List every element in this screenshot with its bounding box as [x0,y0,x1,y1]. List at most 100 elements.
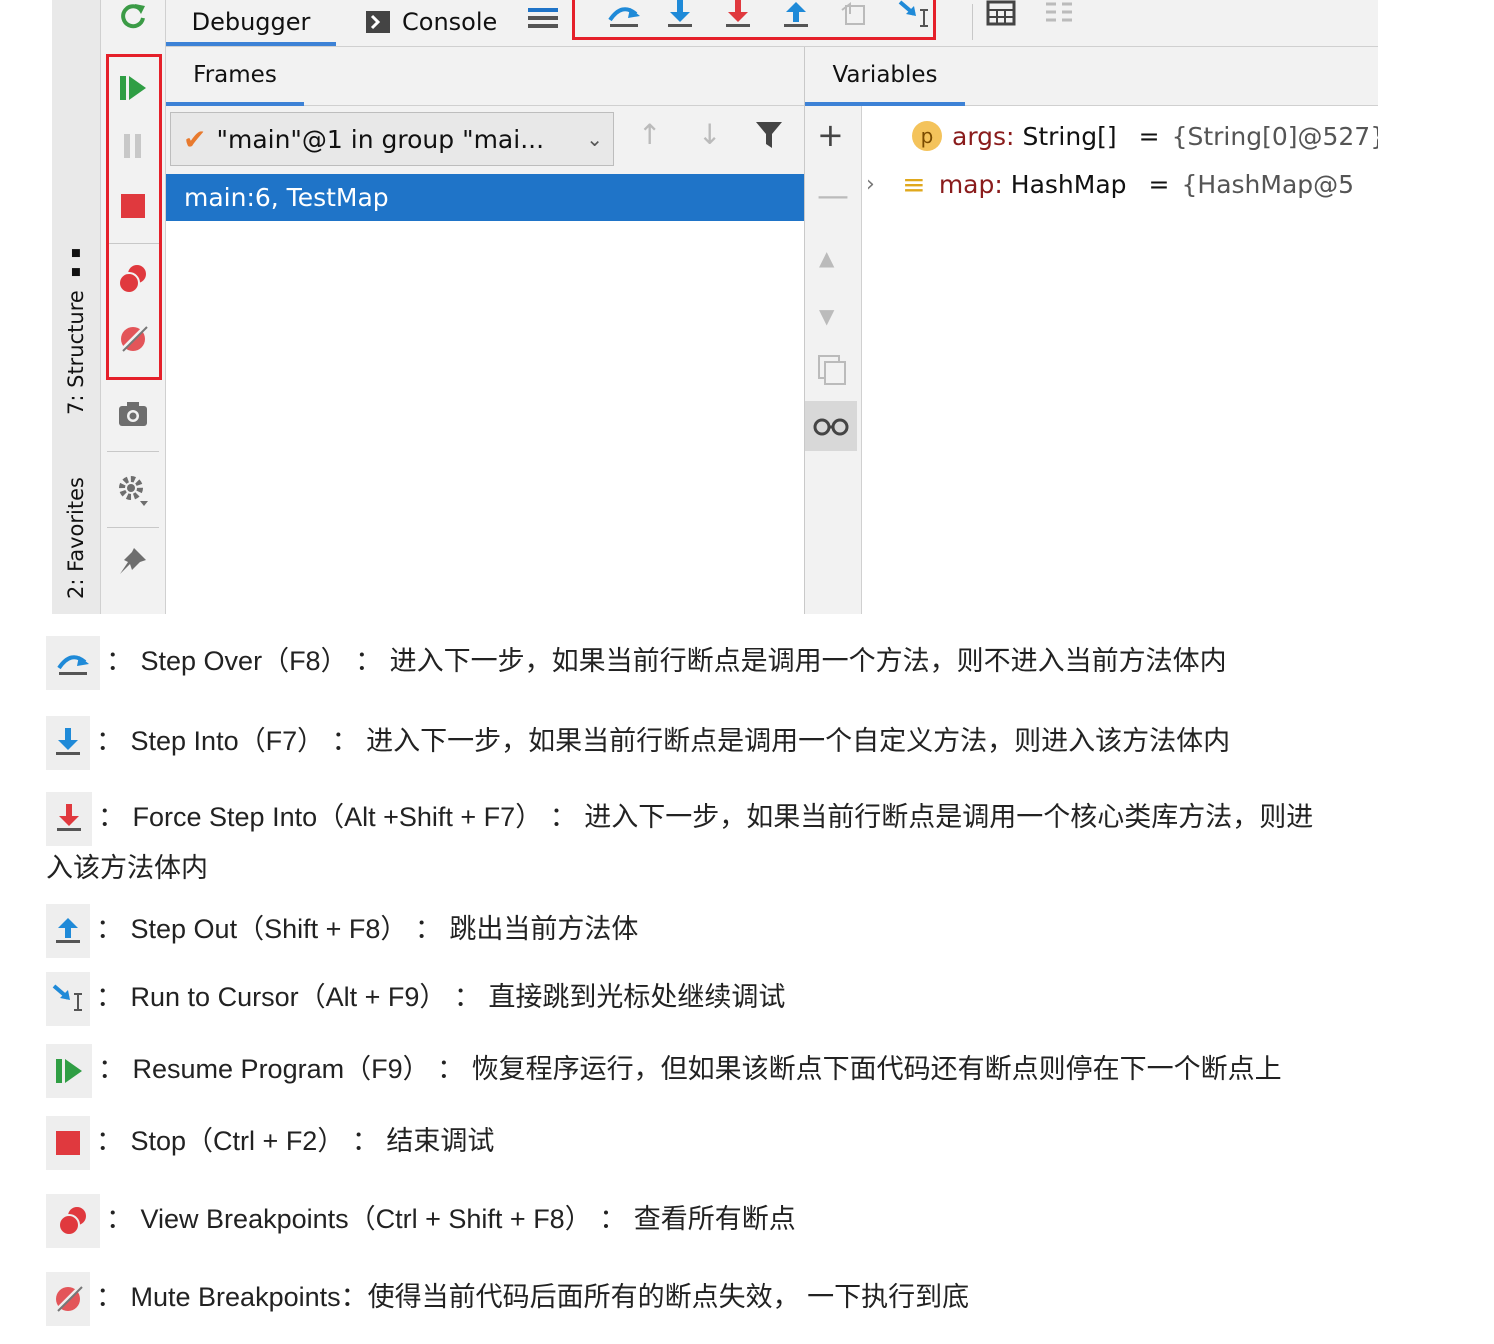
structure-tab[interactable]: 7: Structure ▪▪ [54,240,98,420]
force-step-into-name: Force Step Into（Alt +Shift + F7） [132,802,543,833]
thread-selector-row: ✔ "main"@1 in group "mai... ⌄ ↑ ↓ [166,106,804,174]
variable-row[interactable]: › ≡ map: HashMap = {HashMap@5 [866,164,1354,204]
toolbar-divider [107,451,159,452]
step-out-icon [46,904,90,958]
view-breakpoints-icon [46,1194,100,1248]
variable-value: {HashMap@5 [1181,169,1355,199]
force-step-into-sep: ： [549,802,577,833]
tab-console[interactable]: Console [366,0,516,44]
run-to-cursor-description: ： Run to Cursor（Alt + F9） ： 直接跳到光标处继续调试 [46,972,785,1026]
move-down-icon[interactable]: ▼ [819,304,834,328]
variables-side-toolbar: + — ▲ ▼ [805,106,862,614]
tab-console-label: Console [402,8,498,36]
stop-icon [46,1116,90,1170]
resume-program-description: ： Resume Program（F9） ： 恢复程序运行，但如果该断点下面代码… [46,1044,1282,1098]
variable-name: args: [952,121,1015,151]
variables-header: Variables [805,47,1378,106]
arrow-down-icon[interactable]: ↓ [698,118,721,151]
step-over-name: Step Over（F8） [140,646,348,677]
favorites-tab-label: 2: Favorites [64,477,88,599]
step-out-text: 跳出当前方法体 [449,914,639,945]
step-out-description: ： Step Out（Shift + F8） ： 跳出当前方法体 [46,904,638,958]
add-watch-icon[interactable]: + [817,116,844,154]
force-step-into-text: 进入下一步，如果当前行断点是调用一个核心类库方法，则进 [584,802,1314,833]
debugger-window: 7: Structure ▪▪ 2: Favorites Debugger Co… [52,0,1378,614]
step-over-description: ： Step Over（F8） ： 进入下一步，如果当前行断点是调用一个方法，则… [46,636,1227,690]
favorites-tab[interactable]: 2: Favorites [54,468,98,608]
step-out-name: Step Out（Shift + F8） [130,914,408,945]
variable-type: HashMap [1010,169,1127,199]
force-step-into-description: ： Force Step Into（Alt +Shift + F7） ： 进入下… [46,792,1376,890]
view-breakpoints-description: ： View Breakpoints（Ctrl + Shift + F8） ： … [46,1194,796,1248]
step-into-text: 进入下一步，如果当前行断点是调用一个自定义方法，则进入该方法体内 [366,726,1231,757]
frame-row-selected[interactable]: main:6, TestMap [166,174,804,221]
copy-icon[interactable] [817,354,847,390]
thread-select[interactable]: ✔ "main"@1 in group "mai... ⌄ [170,112,614,166]
show-watches-icon[interactable] [805,401,857,451]
run-to-cursor-text: 直接跳到光标处继续调试 [488,982,786,1013]
evaluate-expression-icon[interactable] [986,0,1016,30]
parameter-icon: p [912,121,942,151]
toolbar-divider [972,4,973,40]
chevron-down-icon: ⌄ [586,127,603,151]
tab-debugger-label: Debugger [191,8,311,36]
stop-description: ： Stop（Ctrl + F2） ： 结束调试 [46,1116,494,1170]
resume-program-name: Resume Program（F9） [132,1054,430,1085]
control-toolbar-highlight [106,54,162,380]
variable-row[interactable]: p args: String[] = {String[0]@527} [912,116,1378,156]
variables-tab-label: Variables [832,62,938,88]
resume-program-icon [46,1044,92,1098]
step-into-icon [46,716,90,770]
step-over-sep: ： [355,646,383,677]
stepping-toolbar-highlight [572,0,936,40]
resume-program-sep: ： [437,1054,465,1085]
view-breakpoints-name: View Breakpoints（Ctrl + Shift + F8） [140,1204,592,1235]
stop-text: 结束调试 [386,1126,495,1157]
step-into-sep: ： [331,726,359,757]
frames-header: Frames [166,47,804,106]
pin-icon[interactable] [113,541,153,581]
step-out-sep: ： [414,914,442,945]
run-to-cursor-icon [46,972,90,1026]
mute-breakpoints-name: Mute Breakpoints：使得当前代码后面所有的断点失效， [130,1282,800,1313]
view-breakpoints-text: 查看所有断点 [633,1204,796,1235]
settings-icon[interactable] [113,470,153,510]
run-to-cursor-name: Run to Cursor（Alt + F9） [130,982,447,1013]
run-to-cursor-sep: ： [453,982,481,1013]
chevron-right-icon: › [866,171,875,197]
view-breakpoints-sep: ： [599,1204,627,1235]
step-over-icon [46,636,100,690]
camera-icon[interactable] [113,394,153,434]
structure-tab-label: 7: Structure [64,290,88,416]
field-icon: ≡ [902,167,926,201]
variables-tab[interactable]: Variables [805,47,965,103]
tab-debugger[interactable]: Debugger [166,0,336,46]
frames-pane: Frames ✔ "main"@1 in group "mai... ⌄ ↑ ↓… [166,47,805,614]
stop-sep: ： [351,1126,379,1157]
console-icon [366,11,390,33]
frame-label: main:6, TestMap [184,183,389,212]
remove-watch-icon[interactable]: — [817,176,849,214]
step-over-text: 进入下一步，如果当前行断点是调用一个方法，则不进入当前方法体内 [389,646,1227,677]
trace-icon[interactable] [1044,0,1074,30]
show-execution-point-icon[interactable] [528,6,558,34]
variables-list: p args: String[] = {String[0]@527} › ≡ m… [862,106,1378,614]
move-up-icon[interactable]: ▲ [819,246,834,270]
filter-icon[interactable] [754,120,784,154]
variable-equals: = [1148,169,1170,199]
mute-breakpoints-icon [46,1272,90,1326]
arrow-up-icon[interactable]: ↑ [638,118,661,151]
step-into-description: ： Step Into（F7） ： 进入下一步，如果当前行断点是调用一个自定义方… [46,716,1230,770]
variable-value: {String[0]@527} [1171,121,1378,151]
rerun-icon[interactable] [113,0,153,36]
variable-name: map: [938,169,1003,199]
variable-equals: = [1138,121,1160,151]
force-step-into-text-line2: 入该方法体内 [46,853,208,883]
mute-breakpoints-description: ： Mute Breakpoints：使得当前代码后面所有的断点失效， 一下执行… [46,1272,969,1326]
stop-name: Stop（Ctrl + F2） [130,1126,345,1157]
resume-program-text: 恢复程序运行，但如果该断点下面代码还有断点则停在下一个断点上 [471,1054,1282,1085]
side-tool-strip: 7: Structure ▪▪ 2: Favorites [52,0,101,614]
frames-tab-label: Frames [193,62,277,88]
frames-tab[interactable]: Frames [166,47,304,103]
thread-select-value: "main"@1 in group "mai... [216,124,545,154]
